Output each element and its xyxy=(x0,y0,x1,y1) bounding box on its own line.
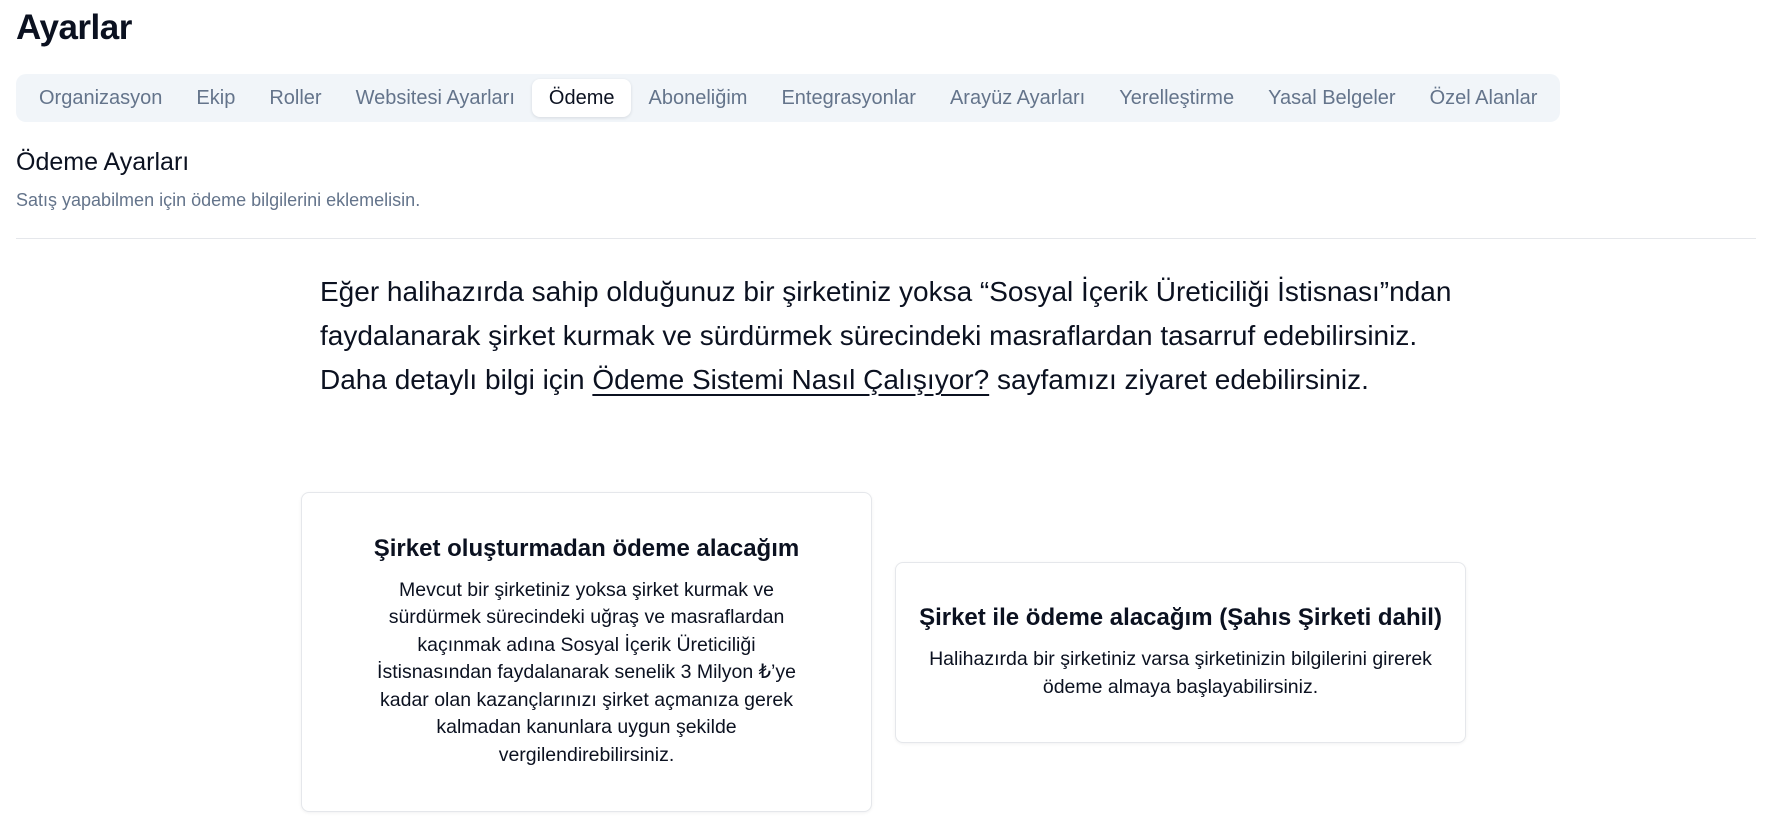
tab-ozel-alanlar[interactable]: Özel Alanlar xyxy=(1413,79,1555,117)
tab-roller[interactable]: Roller xyxy=(252,79,338,117)
tab-aboneligim[interactable]: Aboneliğim xyxy=(631,79,764,117)
option-card-without-company[interactable]: Şirket oluşturmadan ödeme alacağım Mevcu… xyxy=(301,492,872,812)
tab-ekip[interactable]: Ekip xyxy=(179,79,252,117)
option-card-title: Şirket oluşturmadan ödeme alacağım xyxy=(373,534,800,562)
payment-system-info-link[interactable]: Ödeme Sistemi Nasıl Çalışıyor? xyxy=(592,364,989,395)
option-card-with-company[interactable]: Şirket ile ödeme alacağım (Şahıs Şirketi… xyxy=(895,562,1466,743)
tab-yerellestirme[interactable]: Yerelleştirme xyxy=(1102,79,1251,117)
tab-yasal-belgeler[interactable]: Yasal Belgeler xyxy=(1251,79,1412,117)
tab-websitesi-ayarlari[interactable]: Websitesi Ayarları xyxy=(339,79,532,117)
section-subtitle: Satış yapabilmen için ödeme bilgilerini … xyxy=(16,190,421,210)
settings-page: Ayarlar Organizasyon Ekip Roller Website… xyxy=(0,0,1765,830)
tab-entegrasyonlar[interactable]: Entegrasyonlar xyxy=(764,79,933,117)
tab-odeme[interactable]: Ödeme xyxy=(531,79,632,117)
info-paragraph: Eğer halihazırda sahip olduğunuz bir şir… xyxy=(320,270,1460,402)
tab-arayuz-ayarlari[interactable]: Arayüz Ayarları xyxy=(933,79,1102,117)
option-card-title: Şirket ile ödeme alacağım (Şahıs Şirketi… xyxy=(919,604,1442,631)
settings-tabs: Organizasyon Ekip Roller Websitesi Ayarl… xyxy=(16,74,1561,122)
option-card-description: Halihazırda bir şirketiniz varsa şirketi… xyxy=(929,648,1432,698)
info-text-after: sayfamızı ziyaret edebilirsiniz. xyxy=(989,364,1369,395)
section-divider xyxy=(16,238,1756,239)
tab-organizasyon[interactable]: Organizasyon xyxy=(22,79,179,117)
page-title: Ayarlar xyxy=(16,8,132,47)
section-title: Ödeme Ayarları xyxy=(16,148,190,176)
option-card-description: Mevcut bir şirketiniz yoksa şirket kurma… xyxy=(377,578,796,766)
